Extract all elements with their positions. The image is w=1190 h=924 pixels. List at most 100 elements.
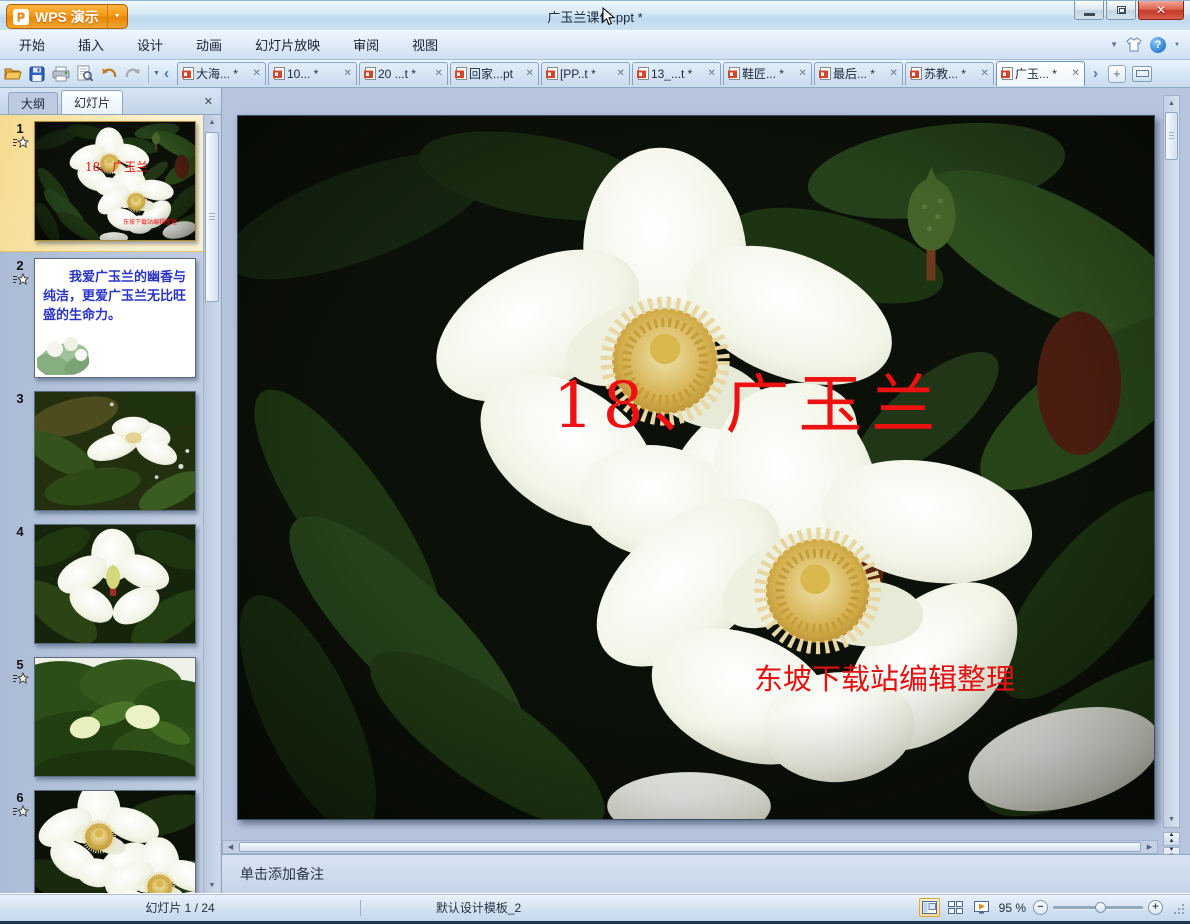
vertical-scrollbar[interactable]: ▲ ▼	[1163, 95, 1180, 828]
restore-button[interactable]	[1106, 1, 1136, 20]
slides-tab[interactable]: 幻灯片	[61, 90, 124, 114]
document-tab-3[interactable]: 20 ...t * ✕	[358, 61, 448, 85]
slide-number: 1	[16, 121, 24, 136]
menu-home[interactable]: 开始	[5, 30, 59, 59]
document-tab-10-active[interactable]: 广玉... * ✕	[995, 60, 1085, 86]
tab-close-icon[interactable]: ✕	[981, 68, 989, 79]
tab-scroll-right-icon[interactable]: ›	[1089, 66, 1102, 81]
slide-title-text[interactable]: 18、广玉兰	[553, 354, 944, 446]
menu-animation[interactable]: 动画	[182, 30, 236, 59]
slide-panel: 大纲 幻灯片 ✕ 1 18、广玉兰 东坡下载站编辑整理 2 我爱广玉兰的幽香与纯…	[0, 88, 222, 893]
slide-number: 6	[16, 790, 24, 805]
tab-close-icon[interactable]: ✕	[344, 68, 352, 79]
menu-review[interactable]: 审阅	[339, 30, 393, 59]
scroll-left-icon[interactable]: ◀	[223, 841, 238, 853]
panel-scrollbar[interactable]: ▲ ▼	[203, 115, 220, 893]
previous-slide-button[interactable]: ▲ ▲	[1163, 832, 1180, 846]
current-slide-canvas[interactable]: 18、广玉兰 东坡下载站编辑整理	[237, 115, 1155, 820]
new-tab-button[interactable]: +	[1107, 64, 1126, 83]
resize-grip[interactable]	[1172, 902, 1184, 914]
tab-close-icon[interactable]: ✕	[1072, 68, 1080, 79]
document-tab-7[interactable]: 鞋匠... * ✕	[722, 61, 812, 85]
scroll-down-icon[interactable]: ▼	[204, 878, 220, 893]
menu-insert[interactable]: 插入	[64, 30, 118, 59]
ribbon-collapse-icon[interactable]: ▼	[1110, 40, 1118, 49]
slide-credit-text[interactable]: 东坡下载站编辑整理	[754, 656, 1015, 698]
close-button[interactable]: ✕	[1138, 1, 1184, 20]
slideshow-button[interactable]	[971, 898, 992, 917]
tab-close-icon[interactable]: ✕	[526, 68, 534, 79]
animation-star-icon	[12, 805, 28, 817]
scrollbar-thumb[interactable]	[239, 842, 1141, 852]
slide-editor-area: 18、广玉兰 东坡下载站编辑整理 ▲ ▼ ▲▲ ▼▼ ◀	[222, 88, 1190, 893]
slide-sorter-button[interactable]	[945, 898, 966, 917]
tab-scroll-left-icon[interactable]: ‹	[160, 66, 173, 81]
menu-view[interactable]: 视图	[398, 30, 452, 59]
ppt-file-icon	[454, 67, 467, 80]
scroll-up-icon[interactable]: ▲	[1164, 96, 1179, 111]
zoom-slider[interactable]	[1053, 902, 1143, 913]
ppt-file-icon	[363, 67, 376, 80]
wps-presentation-window: P WPS 演示 ▼ 广玉兰课件.ppt * ✕ 开始 插入 设计 动画 幻灯片…	[0, 0, 1190, 924]
ppt-file-icon	[272, 67, 285, 80]
design-template-name[interactable]: 默认设计模板_2	[361, 899, 596, 916]
scroll-right-icon[interactable]: ▶	[1142, 841, 1157, 853]
ppt-file-icon	[181, 67, 194, 80]
document-tab-9[interactable]: 苏教... * ✕	[904, 61, 994, 85]
scrollbar-thumb[interactable]	[1165, 112, 1178, 160]
toolbar-more-dropdown-icon[interactable]: ▼	[153, 70, 160, 77]
menu-design[interactable]: 设计	[123, 30, 177, 59]
scroll-up-icon[interactable]: ▲	[204, 115, 220, 130]
slide-thumbnail-3[interactable]: 3	[0, 385, 204, 518]
print-preview-button[interactable]	[74, 63, 96, 85]
minimize-button[interactable]	[1074, 1, 1104, 20]
animation-star-icon	[12, 136, 28, 148]
horizontal-scrollbar[interactable]: ◀ ▶	[222, 840, 1158, 854]
slide-thumbnail-5[interactable]: 5	[0, 651, 204, 784]
magnolia-photo	[238, 116, 1154, 819]
toolbar: ▼ ‹ 大海... * ✕ 10... * ✕ 20 ...t * ✕ 回家..…	[0, 60, 1190, 88]
normal-view-button[interactable]	[918, 898, 940, 917]
zoom-in-button[interactable]: +	[1148, 900, 1163, 915]
slide-number: 2	[16, 258, 24, 273]
tab-close-icon[interactable]: ✕	[708, 68, 716, 79]
slide-thumbnail-2[interactable]: 2 我爱广玉兰的幽香与纯洁，更爱广玉兰无比旺盛的生命力。	[0, 252, 204, 385]
skin-theme-icon[interactable]	[1126, 37, 1142, 52]
window-title: 广玉兰课件.ppt *	[547, 10, 643, 25]
scrollbar-thumb[interactable]	[205, 132, 219, 302]
tab-list-button[interactable]	[1131, 65, 1152, 82]
document-tab-4[interactable]: 回家...pt ✕	[449, 61, 539, 85]
zoom-out-button[interactable]: −	[1033, 900, 1048, 915]
document-tab-6[interactable]: 13_...t * ✕	[631, 61, 721, 85]
document-tab-5[interactable]: [PP..t * ✕	[540, 61, 630, 85]
help-icon[interactable]: ?	[1150, 36, 1167, 53]
help-dropdown-icon[interactable]: ▼	[1174, 42, 1180, 48]
tab-close-icon[interactable]: ✕	[435, 68, 443, 79]
menubar: 开始 插入 设计 动画 幻灯片放映 审阅 视图 ▼ ? ▼	[0, 30, 1190, 60]
scroll-down-icon[interactable]: ▼	[1164, 812, 1179, 827]
open-file-button[interactable]	[2, 63, 24, 85]
document-tab-2[interactable]: 10... * ✕	[267, 61, 357, 85]
slide-thumbnail-1[interactable]: 1 18、广玉兰 东坡下载站编辑整理	[0, 115, 204, 252]
tab-close-icon[interactable]: ✕	[617, 68, 625, 79]
slide-thumbnail-6[interactable]: 6	[0, 784, 204, 893]
tab-close-icon[interactable]: ✕	[253, 68, 261, 79]
document-tab-1[interactable]: 大海... * ✕	[176, 61, 266, 85]
menu-slideshow[interactable]: 幻灯片放映	[241, 30, 334, 59]
notes-input[interactable]: 单击添加备注	[222, 854, 1190, 893]
outline-tab[interactable]: 大纲	[8, 92, 59, 114]
panel-close-icon[interactable]: ✕	[204, 95, 213, 108]
tab-close-icon[interactable]: ✕	[890, 68, 898, 79]
tab-close-icon[interactable]: ✕	[799, 68, 807, 79]
document-tab-8[interactable]: 最后... * ✕	[813, 61, 903, 85]
ppt-file-icon	[727, 67, 740, 80]
print-button[interactable]	[50, 63, 72, 85]
save-button[interactable]	[26, 63, 48, 85]
mouse-cursor-icon	[602, 6, 616, 31]
undo-button[interactable]	[98, 63, 120, 85]
slide-thumbnail-4[interactable]: 4	[0, 518, 204, 651]
redo-button[interactable]	[122, 63, 144, 85]
thumbnail-photo	[35, 525, 195, 643]
thumbnail-photo	[35, 791, 195, 893]
zoom-slider-thumb[interactable]	[1095, 902, 1106, 913]
